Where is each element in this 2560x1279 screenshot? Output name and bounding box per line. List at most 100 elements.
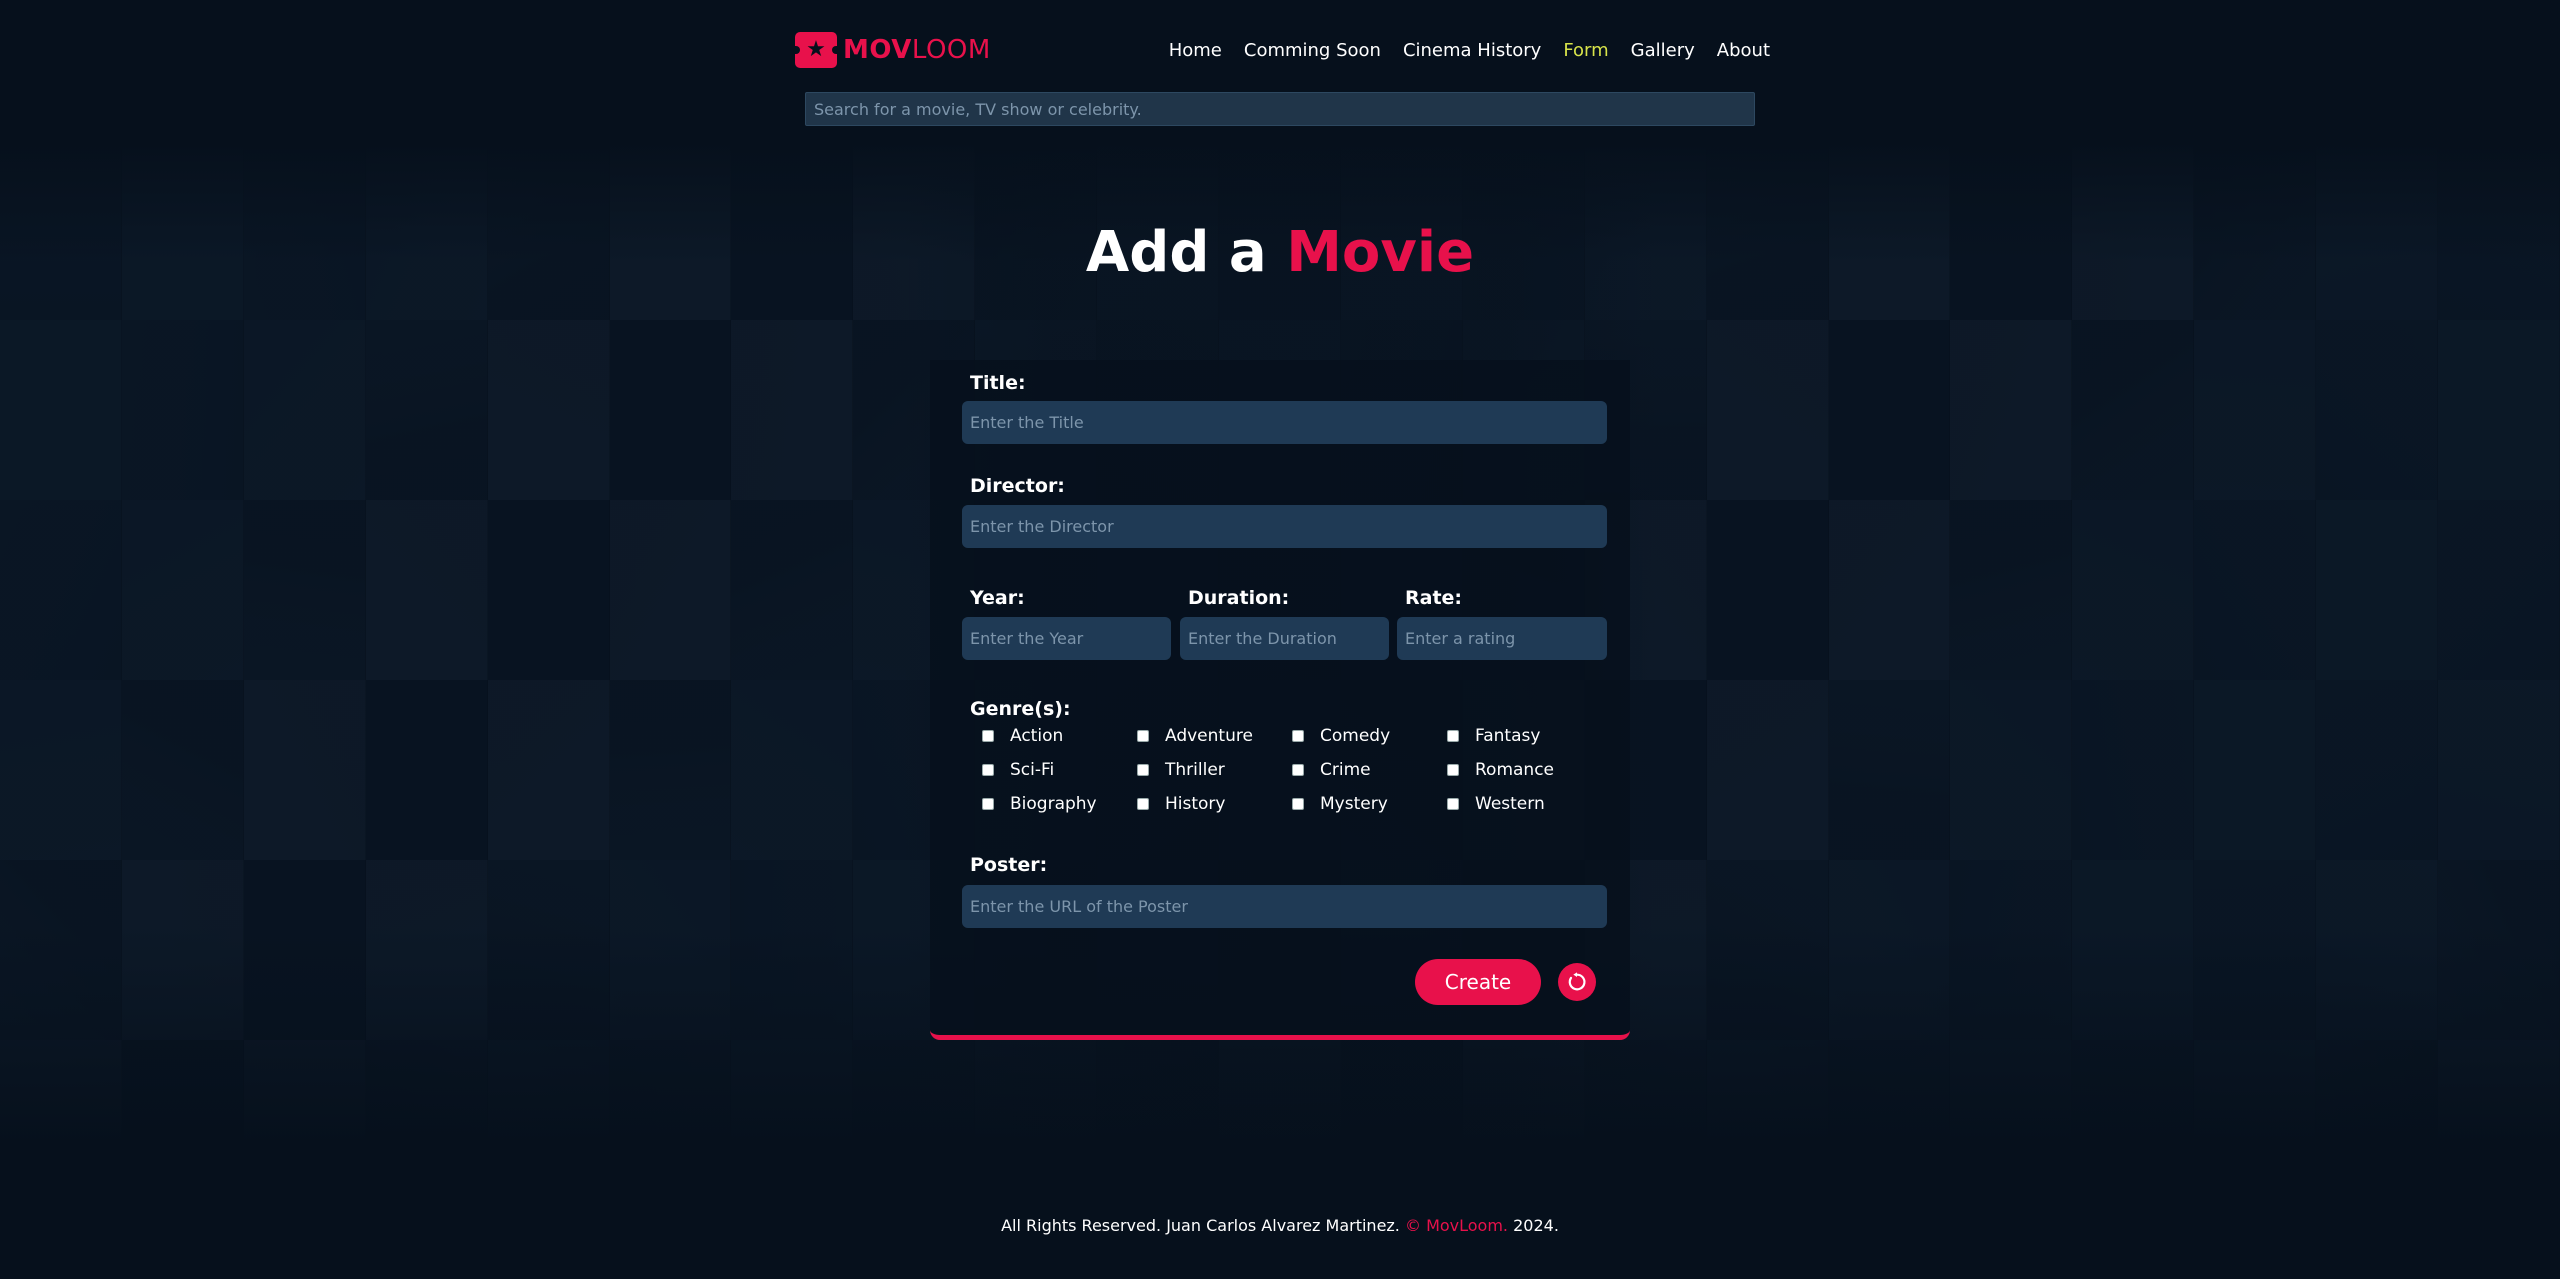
rate-input[interactable]: [1397, 617, 1607, 660]
page-title-prefix: Add a: [1085, 220, 1267, 285]
brand-name: MOVLOOM: [843, 35, 991, 65]
poster-tile: [2316, 320, 2439, 500]
genre-option[interactable]: Adventure: [1137, 725, 1292, 747]
year-input[interactable]: [962, 617, 1171, 660]
poster-tile: [2316, 1040, 2439, 1150]
poster-tile: [121, 500, 244, 680]
poster-tile: [609, 1040, 732, 1150]
genre-label: Sci-Fi: [1010, 760, 1055, 780]
genres-label: Genre(s):: [970, 698, 1071, 720]
genre-option[interactable]: Mystery: [1292, 793, 1447, 815]
poster-tile: [2438, 320, 2560, 500]
genre-checkbox[interactable]: [1447, 764, 1459, 776]
genre-checkbox[interactable]: [1447, 798, 1459, 810]
poster-tile: [2194, 320, 2317, 500]
brand-logo[interactable]: ★ MOVLOOM: [794, 32, 991, 68]
genre-checkbox[interactable]: [1137, 764, 1149, 776]
poster-tile: [243, 1040, 366, 1150]
poster-tile: [975, 1040, 1098, 1150]
poster-tile: [0, 1040, 122, 1150]
page-title-accent: Movie: [1286, 220, 1475, 285]
poster-tile: [0, 320, 122, 500]
director-input[interactable]: [962, 505, 1607, 548]
poster-tile: [1950, 860, 2073, 1040]
nav-form[interactable]: Form: [1563, 40, 1608, 61]
poster-tile: [2072, 680, 2195, 860]
genre-checkbox[interactable]: [1447, 730, 1459, 742]
poster-tile: [1340, 1040, 1463, 1150]
poster-tile: [1584, 1040, 1707, 1150]
poster-tile: [2194, 860, 2317, 1040]
search-input[interactable]: [805, 92, 1755, 126]
genre-label: Crime: [1320, 760, 1371, 780]
poster-tile: [2438, 860, 2560, 1040]
poster-tile: [121, 860, 244, 1040]
genre-label: Fantasy: [1475, 726, 1541, 746]
nav-gallery[interactable]: Gallery: [1631, 40, 1695, 61]
genre-option[interactable]: Romance: [1447, 759, 1602, 781]
genre-option[interactable]: Comedy: [1292, 725, 1447, 747]
genre-checkbox[interactable]: [1292, 764, 1304, 776]
poster-tile: [2072, 1040, 2195, 1150]
genre-label: Thriller: [1165, 760, 1225, 780]
genre-checkbox[interactable]: [1292, 730, 1304, 742]
director-label: Director:: [970, 475, 1065, 497]
genre-option[interactable]: Thriller: [1137, 759, 1292, 781]
genre-option[interactable]: History: [1137, 793, 1292, 815]
poster-tile: [1097, 1040, 1220, 1150]
poster-tile: [243, 500, 366, 680]
poster-tile: [487, 680, 610, 860]
genre-checkbox[interactable]: [982, 730, 994, 742]
nav-about[interactable]: About: [1717, 40, 1770, 61]
film-ticket-icon: ★: [794, 32, 838, 68]
genre-option[interactable]: Crime: [1292, 759, 1447, 781]
genre-option[interactable]: Biography: [982, 793, 1137, 815]
nav-home[interactable]: Home: [1169, 40, 1222, 61]
nav-cinema-history[interactable]: Cinema History: [1403, 40, 1541, 61]
poster-tile: [0, 500, 122, 680]
poster-tile: [609, 500, 732, 680]
genre-label: Romance: [1475, 760, 1555, 780]
poster-tile: [2438, 500, 2560, 680]
create-button[interactable]: Create: [1415, 959, 1541, 1005]
poster-tile: [365, 500, 488, 680]
poster-tile: [1828, 860, 1951, 1040]
genre-checkbox[interactable]: [1137, 798, 1149, 810]
poster-tile: [487, 320, 610, 500]
genre-label: Biography: [1010, 794, 1097, 814]
genre-label: History: [1165, 794, 1226, 814]
genre-option[interactable]: Fantasy: [1447, 725, 1602, 747]
poster-url-input[interactable]: [962, 885, 1607, 928]
title-input[interactable]: [962, 401, 1607, 444]
poster-tile: [1462, 1040, 1585, 1150]
genre-label: Western: [1475, 794, 1545, 814]
genre-checkbox[interactable]: [982, 764, 994, 776]
genre-checkbox[interactable]: [1292, 798, 1304, 810]
genre-checkbox[interactable]: [982, 798, 994, 810]
poster-tile: [2072, 320, 2195, 500]
poster-tile: [2316, 680, 2439, 860]
genre-label: Adventure: [1165, 726, 1253, 746]
poster-tile: [121, 680, 244, 860]
brand-name-part2: LOOM: [911, 35, 991, 65]
poster-tile: [609, 680, 732, 860]
poster-tile: [2194, 500, 2317, 680]
genre-label: Comedy: [1320, 726, 1391, 746]
genre-label: Action: [1010, 726, 1064, 746]
nav-comming-soon[interactable]: Comming Soon: [1244, 40, 1381, 61]
poster-tile: [731, 860, 854, 1040]
poster-tile: [731, 320, 854, 500]
site-footer: All Rights Reserved. Juan Carlos Alvarez…: [0, 1216, 2560, 1235]
genre-option[interactable]: Action: [982, 725, 1137, 747]
genre-checkbox[interactable]: [1137, 730, 1149, 742]
poster-tile: [243, 320, 366, 500]
poster-tile: [609, 320, 732, 500]
reset-button[interactable]: [1558, 963, 1596, 1001]
poster-tile: [1828, 1040, 1951, 1150]
genre-option[interactable]: Sci-Fi: [982, 759, 1137, 781]
genre-option[interactable]: Western: [1447, 793, 1602, 815]
poster-tile: [365, 860, 488, 1040]
poster-tile: [731, 1040, 854, 1150]
duration-input[interactable]: [1180, 617, 1389, 660]
poster-tile: [1828, 500, 1951, 680]
